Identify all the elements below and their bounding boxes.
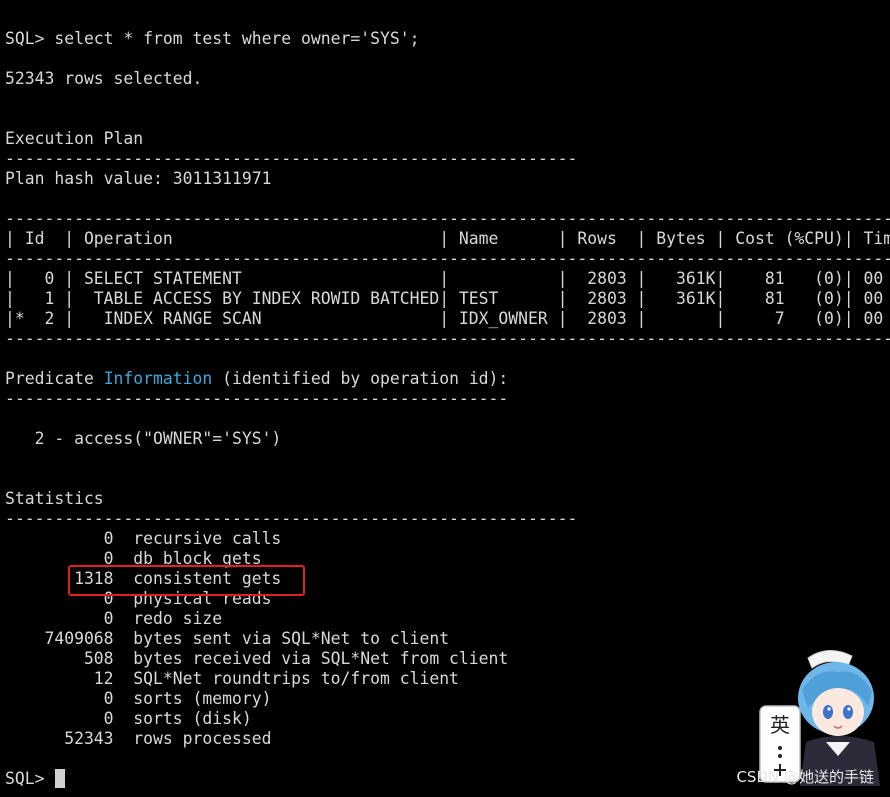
badge-text: 英 <box>770 713 790 737</box>
predicate-prefix: Predicate <box>5 369 104 388</box>
sql-command-line: SQL> select * from test where owner='SYS… <box>5 29 420 48</box>
rows-selected-line: 52343 rows selected. <box>5 69 203 88</box>
statistics-heading: Statistics <box>5 489 104 508</box>
face-shape <box>812 688 864 736</box>
stat-line: 0 redo size <box>5 609 223 628</box>
stat-line: 508 bytes received via SQL*Net from clie… <box>5 649 509 668</box>
predicate-suffix: (identified by operation id): <box>212 369 509 388</box>
table-separator-line: ----------------------------------------… <box>5 249 890 268</box>
watermark-text: CSDN @她送的手链 <box>736 768 874 786</box>
plan-hash-line: Plan hash value: 3011311971 <box>5 169 272 188</box>
stat-line: 0 recursive calls <box>5 529 282 548</box>
separator-line: ----------------------------------------… <box>5 149 578 168</box>
predicate-highlight-word: Information <box>103 369 213 388</box>
text-cursor <box>55 769 65 788</box>
table-separator-line: ----------------------------------------… <box>5 329 890 348</box>
stat-line: 7409068 bytes sent via SQL*Net to client <box>5 629 450 648</box>
separator-line: ----------------------------------------… <box>5 389 509 408</box>
table-separator-line: ----------------------------------------… <box>5 209 890 228</box>
anime-girl-mascot-icon[interactable]: 英 <box>756 646 886 786</box>
predicate-heading: Predicate Information (identified by ope… <box>5 369 508 389</box>
sql-prompt[interactable]: SQL> <box>5 769 54 789</box>
plan-table-row: |* 2 | INDEX RANGE SCAN | IDX_OWNER | 28… <box>5 309 884 328</box>
eye-right <box>843 705 853 719</box>
plan-table-row: | 0 | SELECT STATEMENT | | 2803 | 361K| … <box>5 269 884 288</box>
predicate-access-line: 2 - access("OWNER"='SYS') <box>5 429 282 448</box>
plan-table-header: | Id | Operation | Name | Rows | Bytes |… <box>5 229 890 248</box>
plan-table-row: | 1 | TABLE ACCESS BY INDEX ROWID BATCHE… <box>5 289 884 308</box>
stat-line: 12 SQL*Net roundtrips to/from client <box>5 669 459 688</box>
stat-line: 0 sorts (disk) <box>5 709 252 728</box>
separator-line: ----------------------------------------… <box>5 509 578 528</box>
stat-line: 0 sorts (memory) <box>5 689 272 708</box>
highlight-annotation-box <box>68 565 305 596</box>
stat-line: 52343 rows processed <box>5 729 272 748</box>
eye-left <box>823 705 833 719</box>
execution-plan-heading: Execution Plan <box>5 129 144 148</box>
